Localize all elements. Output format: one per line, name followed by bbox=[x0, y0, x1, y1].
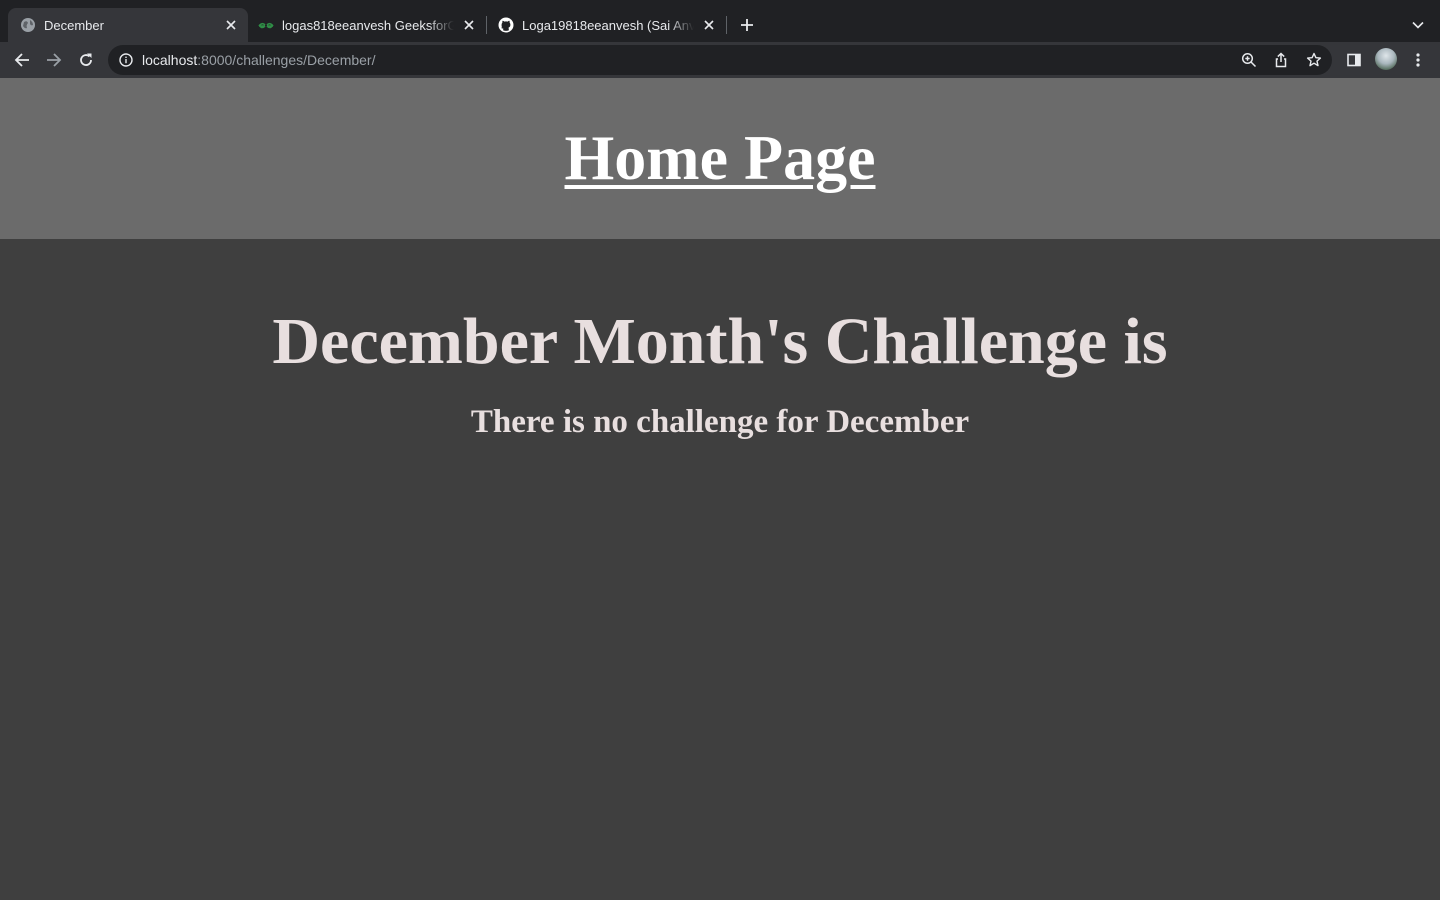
tab-december[interactable]: December bbox=[8, 8, 248, 42]
back-button[interactable] bbox=[9, 47, 35, 73]
tab-github[interactable]: Loga19818eeanvesh (Sai Anvesh) bbox=[490, 8, 724, 42]
tab-geeksforgeeks[interactable]: logas818eeanvesh GeeksforGeeks bbox=[252, 8, 484, 42]
geeksforgeeks-icon bbox=[258, 17, 274, 33]
site-info-icon[interactable] bbox=[118, 52, 134, 68]
tab-strip: December logas818eeanvesh GeeksforGeeks … bbox=[0, 0, 1440, 42]
challenge-message: There is no challenge for December bbox=[470, 404, 970, 440]
reload-button[interactable] bbox=[73, 47, 99, 73]
close-tab-icon[interactable] bbox=[700, 16, 718, 34]
github-icon bbox=[498, 17, 514, 33]
bookmark-button[interactable] bbox=[1303, 49, 1325, 71]
more-vertical-icon bbox=[1416, 53, 1420, 67]
share-icon bbox=[1275, 52, 1287, 68]
tab-divider bbox=[726, 16, 727, 34]
tab-divider bbox=[486, 16, 487, 34]
url-path: :8000/challenges/December/ bbox=[197, 52, 376, 68]
challenge-heading: December Month's Challenge is bbox=[272, 305, 1168, 378]
page-content: Home Page December Month's Challenge is … bbox=[0, 78, 1440, 900]
zoom-button[interactable] bbox=[1238, 49, 1260, 71]
tab-title: Loga19818eeanvesh (Sai Anvesh) bbox=[522, 17, 694, 33]
plus-icon bbox=[741, 19, 753, 31]
tab-title: logas818eeanvesh GeeksforGeeks bbox=[282, 17, 454, 33]
new-tab-button[interactable] bbox=[736, 14, 758, 36]
tab-search-button[interactable] bbox=[1407, 14, 1429, 36]
address-bar[interactable]: localhost:8000/challenges/December/ bbox=[108, 45, 1332, 75]
star-icon bbox=[1306, 52, 1322, 67]
chevron-down-icon bbox=[1412, 21, 1424, 29]
zoom-icon bbox=[1241, 52, 1257, 68]
browser-toolbar: localhost:8000/challenges/December/ bbox=[0, 42, 1440, 78]
arrow-left-icon bbox=[14, 53, 29, 67]
share-button[interactable] bbox=[1270, 49, 1292, 71]
profile-avatar[interactable] bbox=[1375, 48, 1397, 70]
globe-icon bbox=[20, 17, 36, 33]
tab-title: December bbox=[44, 17, 104, 33]
menu-button[interactable] bbox=[1405, 47, 1431, 73]
side-panel-icon bbox=[1347, 53, 1361, 67]
close-tab-icon[interactable] bbox=[222, 16, 240, 34]
arrow-right-icon bbox=[47, 53, 62, 67]
home-page-link[interactable]: Home Page bbox=[565, 121, 876, 195]
side-panel-button[interactable] bbox=[1341, 47, 1367, 73]
url-text[interactable]: localhost:8000/challenges/December/ bbox=[142, 52, 376, 68]
forward-button[interactable] bbox=[41, 47, 67, 73]
page-header: Home Page bbox=[0, 78, 1440, 239]
close-tab-icon[interactable] bbox=[460, 16, 478, 34]
url-host: localhost bbox=[142, 52, 198, 68]
reload-icon bbox=[80, 53, 92, 66]
